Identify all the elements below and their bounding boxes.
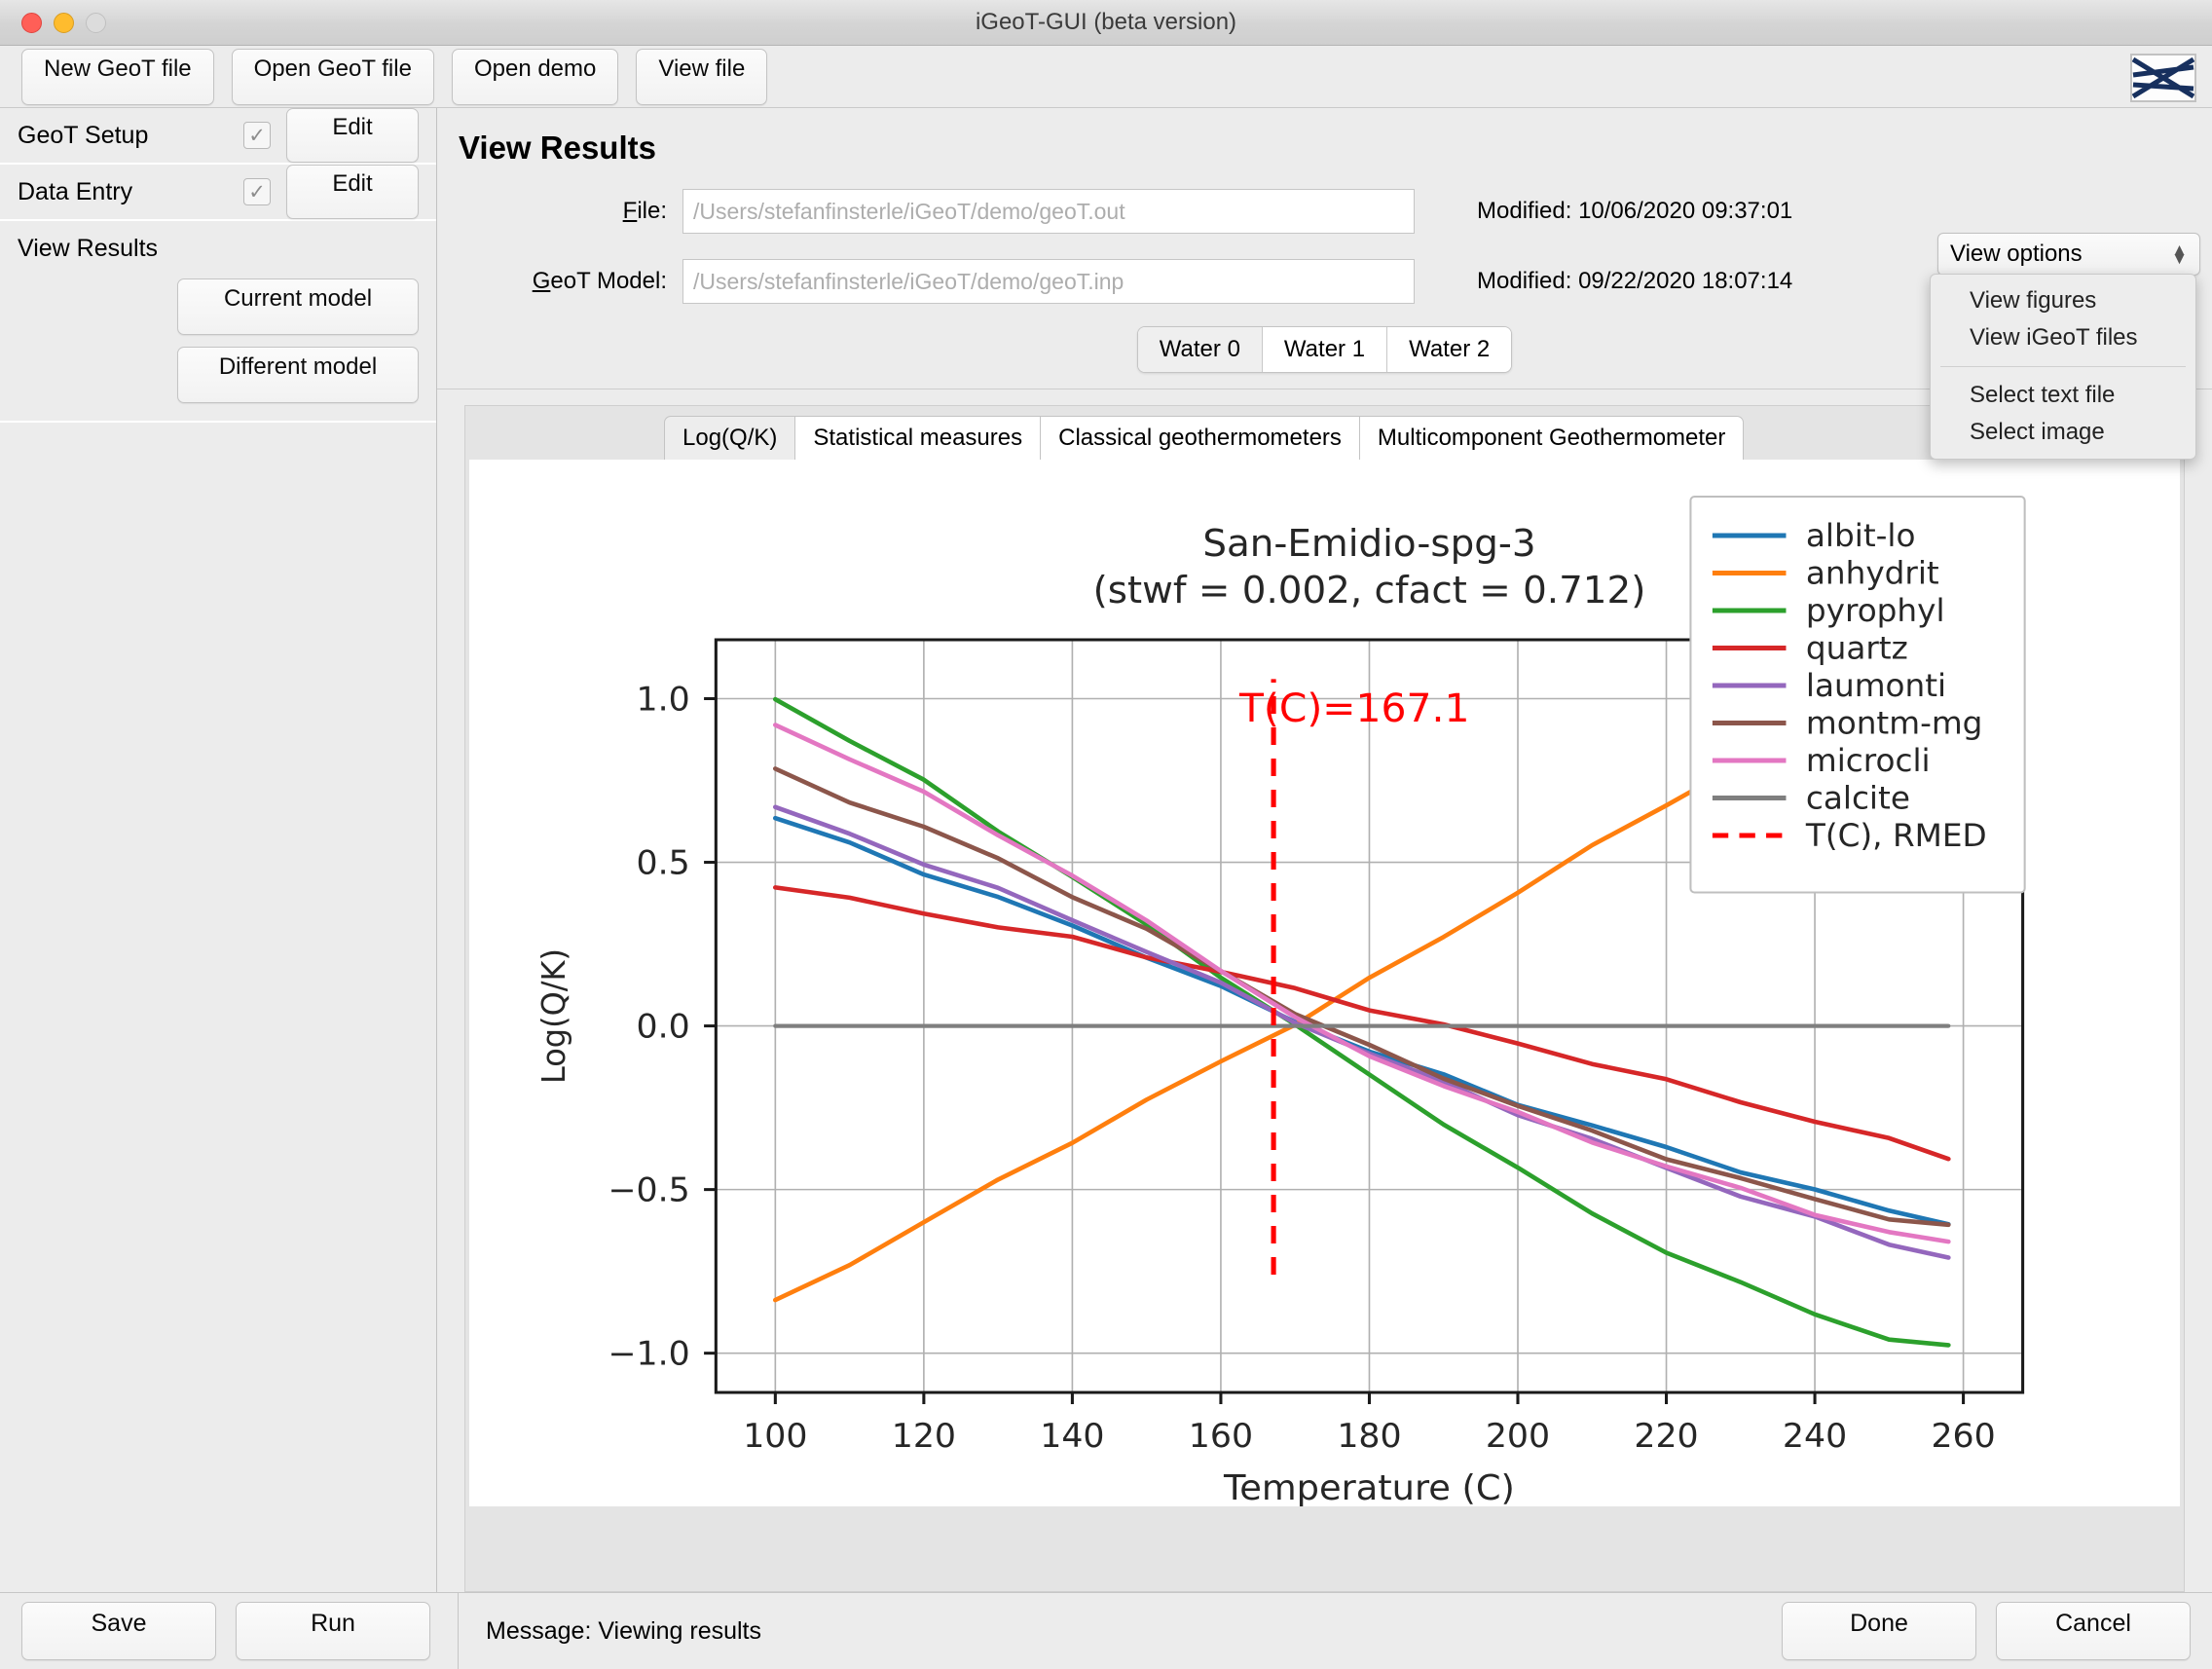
data-entry-checkbox[interactable]: ✓ bbox=[243, 178, 271, 205]
geot-model-modified-label: Modified: bbox=[1477, 268, 1572, 294]
window-title: iGeoT-GUI (beta version) bbox=[975, 9, 1237, 35]
svg-text:100: 100 bbox=[743, 1417, 807, 1456]
tab-classical-geothermometers[interactable]: Classical geothermometers bbox=[1040, 416, 1359, 460]
svg-text:(stwf = 0.002, cfact = 0.712): (stwf = 0.002, cfact = 0.712) bbox=[1093, 569, 1646, 612]
results-card: Log(Q/K) Statistical measures Classical … bbox=[464, 405, 2185, 1592]
figure-panel: San-Emidio-spg-3 (stwf = 0.002, cfact = 0… bbox=[469, 460, 2180, 1506]
svg-text:Temperature (C): Temperature (C) bbox=[1223, 1466, 1515, 1506]
svg-text:140: 140 bbox=[1040, 1417, 1104, 1456]
svg-text:1.0: 1.0 bbox=[637, 681, 690, 720]
tab-water-1[interactable]: Water 1 bbox=[1262, 327, 1388, 372]
svg-text:Log(Q/K): Log(Q/K) bbox=[535, 948, 572, 1084]
sidebar-item-view-results: View Results Current model Different mod… bbox=[0, 221, 436, 423]
geot-setup-edit-button[interactable]: Edit bbox=[286, 108, 419, 163]
svg-text:anhydrit: anhydrit bbox=[1806, 555, 1939, 592]
status-message: Message: Viewing results bbox=[458, 1593, 761, 1669]
geot-model-modified-value: 09/22/2020 18:07:14 bbox=[1578, 268, 1793, 294]
svg-text:120: 120 bbox=[892, 1417, 956, 1456]
open-demo-button[interactable]: Open demo bbox=[451, 48, 619, 105]
file-path-input[interactable]: /Users/stefanfinsterle/iGeoT/demo/geoT.o… bbox=[682, 189, 1415, 234]
svg-text:−1.0: −1.0 bbox=[608, 1335, 689, 1374]
svg-text:200: 200 bbox=[1486, 1417, 1550, 1456]
footer-bar: Save Run Message: Viewing results Done C… bbox=[0, 1592, 2212, 1669]
view-options-menu: View figures View iGeoT files Select tex… bbox=[1930, 274, 2196, 460]
svg-text:pyrophyl: pyrophyl bbox=[1806, 592, 1945, 629]
svg-text:montm-mg: montm-mg bbox=[1806, 705, 1983, 742]
menu-item-view-igeot-files[interactable]: View iGeoT files bbox=[1931, 319, 2195, 356]
footer-left-buttons: Save Run bbox=[0, 1602, 430, 1660]
sidebar-item-label: GeoT Setup bbox=[18, 121, 149, 149]
save-button[interactable]: Save bbox=[21, 1602, 216, 1660]
sidebar-item-label: View Results bbox=[18, 235, 159, 262]
app-window: iGeoT-GUI (beta version) New GeoT file O… bbox=[0, 0, 2212, 1669]
logqk-chart: San-Emidio-spg-3(stwf = 0.002, cfact = 0… bbox=[469, 460, 2180, 1506]
menu-item-view-figures[interactable]: View figures bbox=[1931, 282, 2195, 319]
svg-text:albit-lo: albit-lo bbox=[1806, 517, 1916, 554]
title-bar: iGeoT-GUI (beta version) bbox=[0, 0, 2212, 46]
sidebar-item-data-entry[interactable]: Data Entry ✓ Edit bbox=[0, 165, 436, 221]
water-tab-group: Water 0 Water 1 Water 2 bbox=[1136, 326, 1513, 373]
svg-text:San-Emidio-spg-3: San-Emidio-spg-3 bbox=[1202, 522, 1535, 566]
svg-text:laumonti: laumonti bbox=[1806, 667, 1946, 704]
svg-text:160: 160 bbox=[1189, 1417, 1253, 1456]
menu-separator bbox=[1940, 366, 2186, 367]
view-options-selected-label: View options bbox=[1950, 241, 2083, 267]
svg-text:T(C)=167.1: T(C)=167.1 bbox=[1238, 685, 1470, 730]
new-geot-file-button[interactable]: New GeoT file bbox=[21, 48, 214, 105]
current-model-button[interactable]: Current model bbox=[177, 278, 419, 335]
svg-text:quartz: quartz bbox=[1806, 630, 1908, 667]
geot-setup-checkbox[interactable]: ✓ bbox=[243, 122, 271, 149]
view-options-select[interactable]: View options ▲ ▼ bbox=[1937, 233, 2200, 276]
menu-item-select-image[interactable]: Select image bbox=[1931, 414, 2195, 451]
svg-text:microcli: microcli bbox=[1806, 742, 1931, 779]
result-tabs: Log(Q/K) Statistical measures Classical … bbox=[465, 416, 2184, 460]
svg-text:220: 220 bbox=[1634, 1417, 1698, 1456]
sidebar-item-label: Data Entry bbox=[18, 177, 133, 205]
geot-model-path-input[interactable]: /Users/stefanfinsterle/iGeoT/demo/geoT.i… bbox=[682, 259, 1415, 304]
svg-text:−0.5: −0.5 bbox=[608, 1171, 689, 1210]
geot-model-label: GeoT Model: bbox=[532, 268, 667, 294]
different-model-button[interactable]: Different model bbox=[177, 347, 419, 403]
file-row: File: /Users/stefanfinsterle/iGeoT/demo/… bbox=[437, 188, 2212, 235]
cancel-button[interactable]: Cancel bbox=[1996, 1602, 2191, 1660]
view-file-button[interactable]: View file bbox=[636, 48, 768, 105]
svg-text:180: 180 bbox=[1337, 1417, 1401, 1456]
body-split: GeoT Setup ✓ Edit Data Entry ✓ Edit View… bbox=[0, 108, 2212, 1592]
tab-logqk[interactable]: Log(Q/K) bbox=[664, 416, 795, 460]
toolbar: New GeoT file Open GeoT file Open demo V… bbox=[0, 46, 2212, 108]
open-geot-file-button[interactable]: Open GeoT file bbox=[231, 48, 434, 105]
tab-statistical-measures[interactable]: Statistical measures bbox=[794, 416, 1041, 460]
igeot-logo-icon bbox=[2130, 54, 2196, 102]
geot-model-modified: Modified: 09/22/2020 18:07:14 bbox=[1477, 268, 1792, 295]
view-options-dropdown[interactable]: View options ▲ ▼ View figures View iGeoT … bbox=[1930, 233, 2200, 460]
page-title: View Results bbox=[459, 130, 656, 166]
chevron-updown-icon: ▲ ▼ bbox=[2171, 240, 2188, 268]
svg-text:0.0: 0.0 bbox=[637, 1008, 690, 1047]
tab-water-2[interactable]: Water 2 bbox=[1387, 327, 1512, 372]
done-button[interactable]: Done bbox=[1782, 1602, 1976, 1660]
file-modified: Modified: 10/06/2020 09:37:01 bbox=[1477, 198, 1792, 225]
sidebar: GeoT Setup ✓ Edit Data Entry ✓ Edit View… bbox=[0, 108, 437, 1592]
menu-item-select-text-file[interactable]: Select text file bbox=[1931, 377, 2195, 414]
data-entry-edit-button[interactable]: Edit bbox=[286, 165, 419, 219]
svg-text:0.5: 0.5 bbox=[637, 844, 690, 883]
file-label: File: bbox=[622, 198, 667, 224]
main-panel: View Results File: /Users/stefanfinsterl… bbox=[437, 108, 2212, 1592]
svg-text:calcite: calcite bbox=[1806, 780, 1910, 817]
footer-right-buttons: Done Cancel bbox=[1782, 1602, 2212, 1660]
svg-text:T(C), RMED: T(C), RMED bbox=[1805, 817, 1987, 854]
file-modified-value: 10/06/2020 09:37:01 bbox=[1578, 198, 1793, 224]
run-button[interactable]: Run bbox=[236, 1602, 430, 1660]
svg-text:260: 260 bbox=[1931, 1417, 1995, 1456]
model-buttons: Current model Different model bbox=[18, 278, 419, 403]
svg-text:240: 240 bbox=[1783, 1417, 1847, 1456]
sidebar-item-geot-setup[interactable]: GeoT Setup ✓ Edit bbox=[0, 108, 436, 165]
file-modified-label: Modified: bbox=[1477, 198, 1572, 224]
tab-multicomponent-geothermometer[interactable]: Multicomponent Geothermometer bbox=[1358, 416, 1745, 460]
tab-water-0[interactable]: Water 0 bbox=[1137, 327, 1263, 372]
